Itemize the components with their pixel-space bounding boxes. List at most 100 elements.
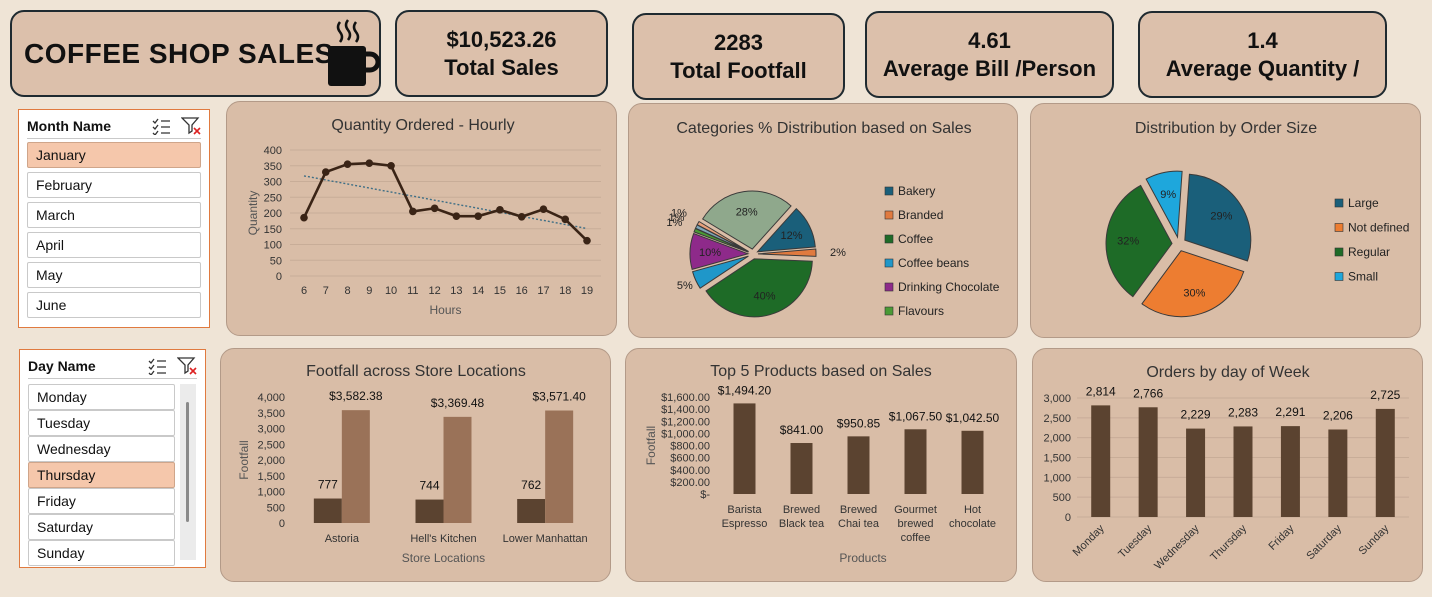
slice-label: 28% [736,206,758,218]
x-tick-label: Barista [727,504,762,516]
data-label: 2,814 [1086,384,1116,398]
kpi-value: 1.4 [1247,27,1278,53]
x-tick-label: Friday [1266,522,1296,552]
legend-swatch [884,186,894,196]
bar [961,430,984,494]
month-slicer: Month Name January February March April May J… [18,109,210,328]
bar [790,443,813,494]
dashboard-title-card: COFFEE SHOP SALES [10,10,381,97]
slicer-item-sunday[interactable]: Sunday [28,540,175,566]
slicer-item-june[interactable]: June [27,292,201,318]
bar [545,410,574,523]
slicer-item-saturday[interactable]: Saturday [28,514,175,540]
x-tick-label: 7 [323,285,329,297]
chart-title: Distribution by Order Size [1135,120,1317,137]
data-label: $841.00 [780,423,824,437]
data-point [343,160,352,168]
legend-swatch [884,282,894,292]
bar [1138,407,1158,517]
legend-entry: Not defined [1348,221,1409,235]
clear-filter-icon[interactable] [181,117,201,135]
legend-swatch [1334,272,1344,281]
slice-label: 40% [754,290,776,302]
x-tick-label: Tuesday [1116,522,1154,560]
kpi-average-bill: 4.61 Average Bill /Person [865,11,1114,98]
x-tick-label: 8 [344,285,350,297]
legend-entry: Drinking Chocolate [898,280,1000,294]
kpi-total-sales: $10,523.26 Total Sales [395,10,608,97]
kpi-value: 2283 [714,29,763,55]
data-label: $950.85 [837,416,881,430]
data-point [300,213,308,222]
x-tick-label: 14 [472,285,484,297]
scrollbar-thumb[interactable] [186,402,189,522]
x-tick-label: 15 [494,285,506,297]
x-tick-label: Sunday [1357,522,1392,557]
data-point [496,206,504,214]
chart-title: Top 5 Products based on Sales [710,363,931,380]
y-tick-label: 0 [1065,512,1071,524]
legend-entry: Flavours [898,304,944,318]
slicer-item-february[interactable]: February [27,172,201,198]
slicer-title: Day Name [28,358,96,374]
slicer-scrollbar[interactable] [180,384,196,560]
multi-select-icon[interactable] [151,117,171,135]
slicer-item-thursday[interactable]: Thursday [28,462,175,488]
y-tick-label: $1,400.00 [661,404,710,416]
x-tick-label: brewed [897,518,933,530]
y-tick-label: 1,000 [1043,472,1071,484]
chart-title: Categories % Distribution based on Sales [676,120,971,137]
y-tick-label: 500 [1053,492,1071,504]
y-tick-label: 350 [264,161,282,173]
slicer-item-march[interactable]: March [27,202,201,228]
slice-label: 9% [1160,189,1176,201]
slicer-item-wednesday[interactable]: Wednesday [28,436,175,462]
slice-label: 5% [677,280,693,292]
data-label: 2,206 [1323,408,1353,422]
x-tick-label: Brewed [840,504,877,516]
y-tick-label: 2,000 [257,455,285,467]
y-tick-label: $400.00 [670,465,710,477]
y-tick-label: $600.00 [670,453,710,465]
slice-label: 10% [699,247,721,259]
slice-label: 1% [671,207,687,219]
slicer-title: Month Name [27,118,111,134]
data-point [517,212,526,221]
x-tick-label: Hell's Kitchen [410,533,476,545]
slicer-item-april[interactable]: April [27,232,201,258]
y-axis-label: Footfall [237,440,251,479]
x-tick-label: Black tea [779,518,825,530]
kpi-value: $10,523.26 [446,26,557,52]
data-label: 2,283 [1228,405,1258,419]
y-tick-label: 1,500 [257,471,285,483]
legend-entry: Branded [898,208,943,222]
slicer-item-tuesday[interactable]: Tuesday [28,410,175,436]
kpi-label: Average Quantity / [1165,55,1360,81]
x-tick-label: 12 [428,285,440,297]
x-tick-label: 17 [537,285,549,297]
data-label: $1,494.20 [718,383,772,397]
data-label: 744 [419,479,439,493]
y-tick-label: 50 [270,255,282,267]
x-tick-label: 19 [581,285,593,297]
slicer-item-may[interactable]: May [27,262,201,288]
y-tick-label: 1,000 [257,487,285,499]
slicer-item-monday[interactable]: Monday [28,384,175,410]
bar [1328,429,1348,517]
y-tick-label: 4,000 [257,392,285,404]
multi-select-icon[interactable] [147,357,167,375]
x-axis-label: Hours [429,303,461,317]
clear-filter-icon[interactable] [177,357,197,375]
x-tick-label: 16 [516,285,528,297]
data-point [365,159,374,168]
slicer-item-friday[interactable]: Friday [28,488,175,514]
x-tick-label: Astoria [325,533,360,545]
bar [1375,408,1395,517]
x-tick-label: 10 [385,285,397,297]
y-tick-label: $1,200.00 [661,416,710,428]
categories-chart-panel: Categories % Distribution based on Sales… [628,103,1018,338]
y-tick-label: $- [700,489,710,501]
y-tick-label: 2,500 [257,439,285,451]
slice-label: 30% [1183,288,1205,300]
slicer-item-january[interactable]: January [27,142,201,168]
